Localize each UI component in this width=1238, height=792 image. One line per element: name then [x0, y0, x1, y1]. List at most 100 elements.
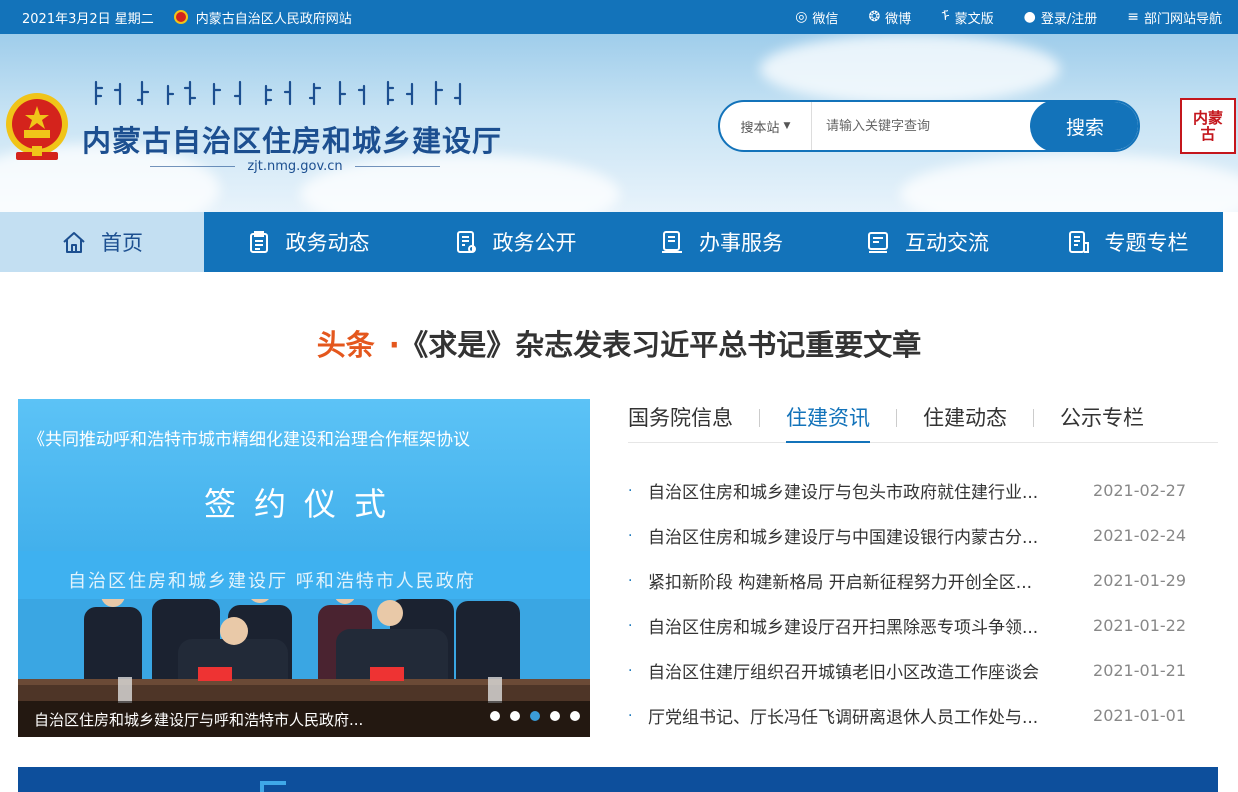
nav-item-service[interactable]: 办事服务	[618, 212, 824, 272]
mongolian-script-logo	[94, 80, 462, 106]
news-date: 2021-02-24	[1093, 526, 1186, 545]
site-url-row: zjt.nmg.gov.cn	[150, 156, 440, 176]
national-emblem-icon	[173, 10, 188, 24]
search-button[interactable]: 搜索	[1030, 102, 1138, 150]
slide-subtitle: 自治区住房和城乡建设厅 呼和浩特市人民政府	[68, 571, 476, 592]
nav-label: 首页	[101, 231, 143, 255]
news-title[interactable]: 自治区住房和城乡建设厅与中国建设银行内蒙古分...	[648, 523, 1064, 548]
cloud-decoration	[760, 34, 1060, 104]
top-link-label: 微博	[885, 11, 912, 27]
nav-home-icon	[63, 232, 85, 253]
site-url: zjt.nmg.gov.cn	[247, 158, 343, 174]
top-link-0[interactable]: ◎ 微信	[795, 8, 838, 27]
user-icon: ●	[1023, 9, 1036, 25]
bottom-banner	[18, 767, 1218, 792]
bracket-mark-icon	[260, 781, 286, 792]
bullet-icon: ·	[628, 572, 633, 589]
nav-label: 专题专栏	[1104, 231, 1189, 255]
news-item[interactable]: · 自治区住房和城乡建设厅与中国建设银行内蒙古分... 2021-02-24	[628, 513, 1218, 558]
top-links: ◎ 微信 ❂ 微博 ᠮ 蒙文版 ● 登录/注册 ≡ 部门网站导航	[795, 0, 1222, 34]
mongolian-version-seal[interactable]: 内蒙古	[1180, 98, 1236, 154]
slider-dot[interactable]	[550, 711, 560, 721]
headline[interactable]: 头条 · 《求是》杂志发表习近平总书记重要文章	[0, 322, 1238, 364]
news-date: 2021-01-21	[1093, 661, 1186, 680]
bullet-icon: ·	[628, 617, 633, 634]
wechat-icon: ❂	[868, 9, 881, 25]
news-item[interactable]: · 紧扣新阶段 构建新格局 开启新征程努力开创全区... 2021-01-29	[628, 558, 1218, 603]
news-item[interactable]: · 自治区住房和城乡建设厅与包头市政府就住建行业... 2021-02-27	[628, 468, 1218, 513]
search-input[interactable]	[812, 102, 1030, 150]
nav-interact-icon	[868, 232, 888, 253]
news-date: 2021-02-27	[1093, 481, 1186, 500]
headline-text: 《求是》杂志发表习近平总书记重要文章	[413, 328, 922, 362]
news-tab-0[interactable]: 国务院信息	[628, 398, 733, 443]
national-emblem-icon	[6, 93, 68, 160]
top-link-4[interactable]: ≡ 部门网站导航	[1127, 8, 1222, 27]
nav-item-open[interactable]: 政务公开	[411, 212, 618, 272]
news-title[interactable]: 紧扣新阶段 构建新格局 开启新征程努力开创全区...	[648, 568, 1064, 593]
news-item[interactable]: · 自治区住建厅组织召开城镇老旧小区改造工作座谈会 2021-01-21	[628, 648, 1218, 693]
slider-dot[interactable]	[490, 711, 500, 721]
news-tab-3[interactable]: 公示专栏	[1060, 398, 1144, 443]
tab-separator	[1033, 409, 1034, 427]
slide-ceremony-text: 签约仪式	[203, 485, 404, 523]
slider-dot[interactable]	[530, 711, 540, 721]
news-title[interactable]: 自治区住房和城乡建设厅召开扫黑除恶专项斗争领...	[648, 613, 1064, 638]
nav-label: 互动交流	[905, 231, 989, 255]
nav-item-news[interactable]: 政务动态	[204, 212, 411, 272]
nav-open-icon	[456, 231, 476, 253]
search-scope-label: 搜本站	[740, 120, 780, 136]
slider-dots	[490, 711, 580, 721]
top-bar: 2021年3月2日 星期二 内蒙古自治区人民政府网站 ◎ 微信 ❂ 微博 ᠮ 蒙文版 ● 登录…	[0, 0, 1238, 34]
search-scope-select[interactable]: 搜本站 ▼	[720, 102, 812, 150]
top-link-1[interactable]: ❂ 微博	[868, 8, 911, 27]
slider-dot[interactable]	[510, 711, 520, 721]
news-tabs: 国务院信息 住建资讯 住建动态 公示专栏	[628, 398, 1218, 443]
nav-service-icon	[662, 231, 682, 253]
news-title[interactable]: 自治区住建厅组织召开城镇老旧小区改造工作座谈会	[648, 658, 1064, 683]
mongolian-icon: ᠮ	[941, 9, 950, 25]
weibo-icon: ◎	[795, 9, 808, 25]
news-date: 2021-01-29	[1093, 571, 1186, 590]
main-nav: 首页 政务动态 政务公开 办事服务 互动交流 专题专栏	[0, 212, 1238, 278]
slider-dot[interactable]	[570, 711, 580, 721]
slide-banner	[18, 399, 590, 551]
top-link-label: 登录/注册	[1040, 11, 1098, 27]
top-link-2[interactable]: ᠮ 蒙文版	[941, 8, 993, 27]
news-tab-2[interactable]: 住建动态	[923, 398, 1007, 443]
tab-separator	[896, 409, 897, 427]
bullet-icon: ·	[628, 707, 633, 724]
headline-dot: ·	[388, 328, 400, 362]
top-link-label: 蒙文版	[954, 11, 994, 27]
top-link-3[interactable]: ● 登录/注册	[1024, 8, 1098, 27]
slide-banner-title: 《共同推动呼和浩特市城市精细化建设和治理合作框架协议	[28, 430, 470, 450]
news-item[interactable]: · 厅党组书记、厅长冯任飞调研离退休人员工作处与... 2021-01-01	[628, 693, 1218, 738]
tab-separator	[759, 409, 760, 427]
menu-icon: ≡	[1127, 9, 1139, 25]
bullet-icon: ·	[628, 527, 633, 544]
nav-news-icon	[249, 231, 268, 253]
news-title[interactable]: 自治区住房和城乡建设厅与包头市政府就住建行业...	[648, 478, 1064, 503]
top-link-label: 微信	[812, 11, 839, 27]
search-box: 搜本站 ▼ 搜索	[718, 100, 1140, 152]
nav-item-home[interactable]: 首页	[0, 212, 204, 272]
nav-item-interact[interactable]: 互动交流	[824, 212, 1030, 272]
nav-item-topics[interactable]: 专题专栏	[1030, 212, 1223, 272]
image-slider[interactable]: 《共同推动呼和浩特市城市精细化建设和治理合作框架协议 签约仪式 自治区住房和城乡…	[18, 399, 590, 737]
site-title: 内蒙古自治区住房和城乡建设厅	[82, 124, 503, 158]
news-tab-1[interactable]: 住建资讯	[786, 398, 870, 443]
site-header: 内蒙古自治区住房和城乡建设厅 zjt.nmg.gov.cn 搜本站 ▼ 搜索 内…	[0, 34, 1238, 212]
cloud-decoration	[900, 154, 1238, 212]
news-item[interactable]: · 自治区住房和城乡建设厅召开扫黑除恶专项斗争领... 2021-01-22	[628, 603, 1218, 648]
caret-down-icon: ▼	[783, 121, 791, 131]
slide-caption[interactable]: 自治区住房和城乡建设厅与呼和浩特市人民政府...	[34, 709, 363, 730]
divider	[354, 165, 440, 167]
news-title[interactable]: 厅党组书记、厅长冯任飞调研离退休人员工作处与...	[648, 703, 1064, 728]
date-text: 2021年3月2日 星期二	[22, 11, 154, 27]
nav-topics-icon	[1068, 231, 1089, 253]
gov-site-link[interactable]: 内蒙古自治区人民政府网站	[196, 8, 352, 27]
news-date: 2021-01-22	[1093, 616, 1186, 635]
bullet-icon: ·	[628, 662, 633, 679]
top-link-label: 部门网站导航	[1143, 11, 1222, 27]
news-list: · 自治区住房和城乡建设厅与包头市政府就住建行业... 2021-02-27 · 自治区…	[628, 468, 1218, 738]
